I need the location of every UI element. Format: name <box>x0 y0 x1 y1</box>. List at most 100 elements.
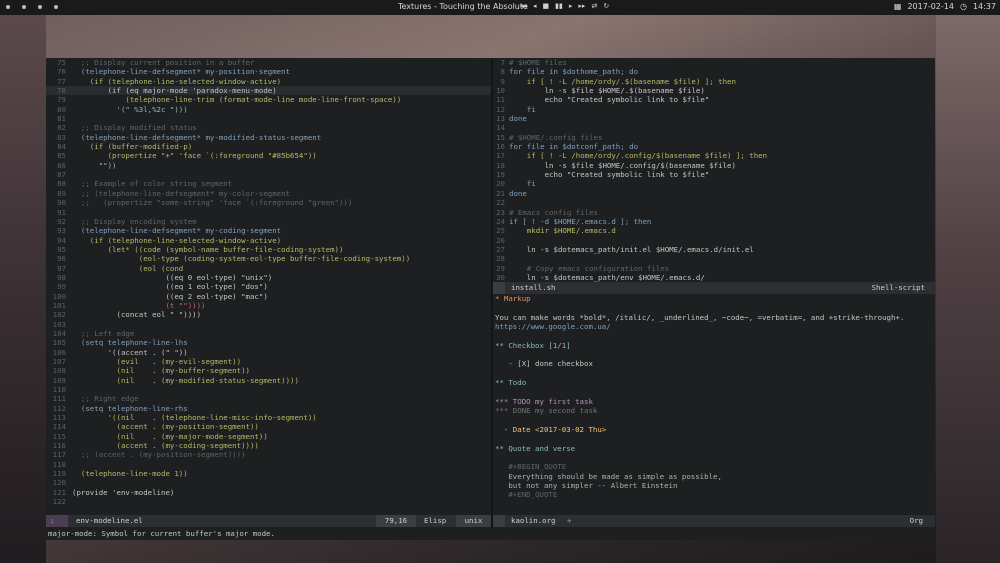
org-line[interactable]: *** DONE my second task <box>493 406 935 415</box>
play-icon[interactable]: ▸ <box>569 2 573 10</box>
code-line[interactable]: 105 (setq telephone-line-lhs <box>46 338 491 347</box>
org-buffer-window[interactable]: * Markup You can make words *bold*, /ital… <box>493 294 935 514</box>
shell-buffer-window[interactable]: 7 # $HOME files 8 for file in $dothome_path… <box>493 58 935 283</box>
code-line[interactable]: 21 done <box>493 189 935 198</box>
code-line[interactable]: 22 <box>493 198 935 207</box>
code-line[interactable]: 29 # Copy emacs configuration files <box>493 264 935 273</box>
code-line[interactable]: 97 (eol (cond <box>46 264 491 273</box>
buffer-name[interactable]: kaolin.org <box>507 515 560 527</box>
code-line[interactable]: 115 (nil . (my-major-mode-segment)) <box>46 432 491 441</box>
code-line[interactable]: 11 echo "Created symbolic link to $file" <box>493 95 935 104</box>
fast-forward-icon[interactable]: ▸▸ <box>578 2 585 10</box>
code-line[interactable]: 81 <box>46 114 491 123</box>
org-line[interactable]: ** Quote and verse <box>493 444 935 453</box>
code-line[interactable]: 114 (accent . (my-position-segment)) <box>46 422 491 431</box>
org-line[interactable]: #+END_QUOTE <box>493 490 935 499</box>
date-label[interactable]: 2017-02-14 <box>907 2 954 11</box>
code-line[interactable]: 99 ((eq 1 eol-type) "dos") <box>46 282 491 291</box>
code-line[interactable]: 112 (setq telephone-line-rhs <box>46 404 491 413</box>
code-line[interactable]: 12 fi <box>493 105 935 114</box>
pause-icon[interactable]: ▮▮ <box>555 2 563 10</box>
org-line[interactable]: - [X] done checkbox <box>493 359 935 368</box>
code-line[interactable]: 102 (concat eol " ")))) <box>46 310 491 319</box>
code-line[interactable]: 18 ln -s $file $HOME/.config/$(basename … <box>493 161 935 170</box>
code-line[interactable]: 10 ln -s $file $HOME/.$(basename $file) <box>493 86 935 95</box>
code-line[interactable]: 119 (telephone-line-mode 1)) <box>46 469 491 478</box>
major-mode-segment[interactable]: Elisp <box>420 515 450 527</box>
code-line[interactable]: 19 echo "Created symbolic link to $file" <box>493 170 935 179</box>
repeat-icon[interactable]: ↻ <box>603 2 609 10</box>
code-line[interactable]: 25 mkdir $HOME/.emacs.d <box>493 226 935 235</box>
org-line[interactable] <box>493 387 935 396</box>
code-line[interactable]: 16 for file in $dotconf_path; do <box>493 142 935 151</box>
code-line[interactable]: 8 for file in $dothome_path; do <box>493 67 935 76</box>
code-line[interactable]: 88 ;; Example of color string segment <box>46 179 491 188</box>
major-mode-segment[interactable]: Shell-script <box>868 282 929 294</box>
code-line[interactable]: 110 <box>46 385 491 394</box>
org-line[interactable] <box>493 350 935 359</box>
code-line[interactable]: 7 # $HOME files <box>493 58 935 67</box>
code-line[interactable]: 15 # $HOME/.config files <box>493 133 935 142</box>
code-line[interactable]: 23 # Emacs config files <box>493 208 935 217</box>
org-line[interactable]: - Date <2017-03-02 Thu> <box>493 425 935 434</box>
elisp-buffer-window[interactable]: 75 ;; Display current position in a buff… <box>46 58 491 514</box>
code-line[interactable]: 80 '(" %3l,%2c "))) <box>46 105 491 114</box>
org-line[interactable] <box>493 453 935 462</box>
previous-icon[interactable]: ◂ <box>533 2 537 10</box>
code-line[interactable]: 89 ;; (telephone-line-defsegment* my-col… <box>46 189 491 198</box>
code-line[interactable]: 106 '((accent . (" ")) <box>46 348 491 357</box>
code-line[interactable]: 111 ;; Right edge <box>46 394 491 403</box>
code-line[interactable]: 103 <box>46 320 491 329</box>
buffer-name[interactable]: env-modeline.el <box>72 515 147 527</box>
code-line[interactable]: 122 <box>46 497 491 506</box>
code-line[interactable]: 82 ;; Display modified status <box>46 123 491 132</box>
org-line[interactable]: You can make words *bold*, /italic/, _un… <box>493 313 935 322</box>
org-line[interactable] <box>493 303 935 312</box>
code-line[interactable]: 24 if [ ! -d $HOME/.emacs.d ]; then <box>493 217 935 226</box>
code-line[interactable]: 108 (nil . (my-buffer-segment)) <box>46 366 491 375</box>
org-line[interactable] <box>493 415 935 424</box>
code-line[interactable]: 93 (telephone-line-defsegment* my-coding… <box>46 226 491 235</box>
org-line[interactable] <box>493 434 935 443</box>
code-line[interactable]: 98 ((eq 0 eol-type) "unix") <box>46 273 491 282</box>
code-line[interactable]: 17 if [ ! -L /home/ordy/.config/$(basena… <box>493 151 935 160</box>
org-line[interactable] <box>493 369 935 378</box>
code-line[interactable]: 87 <box>46 170 491 179</box>
time-label[interactable]: 14:37 <box>973 2 996 11</box>
workspace-dot-icon[interactable] <box>38 5 42 9</box>
code-line[interactable]: 20 fi <box>493 179 935 188</box>
code-line[interactable]: 118 <box>46 460 491 469</box>
org-line[interactable]: Everything should be made as simple as p… <box>493 472 935 481</box>
code-line[interactable]: 91 <box>46 208 491 217</box>
org-line[interactable] <box>493 331 935 340</box>
code-line[interactable]: 117 ;; (accent . (my-position-segment)))… <box>46 450 491 459</box>
code-line[interactable]: 79 (telephone-line-trim (format-mode-lin… <box>46 95 491 104</box>
buffer-name[interactable]: install.sh <box>507 282 560 294</box>
org-line[interactable]: #+BEGIN_QUOTE <box>493 462 935 471</box>
code-line[interactable]: 84 (if (buffer-modified-p) <box>46 142 491 151</box>
code-line[interactable]: 86 "")) <box>46 161 491 170</box>
code-line[interactable]: 76 (telephone-line-defsegment* my-positi… <box>46 67 491 76</box>
code-line[interactable]: 9 if [ ! -L /home/ordy/.$(basename $file… <box>493 77 935 86</box>
stop-icon[interactable]: ■ <box>543 2 550 10</box>
workspace-dot-icon[interactable] <box>22 5 26 9</box>
org-line[interactable]: ** Todo <box>493 378 935 387</box>
code-line[interactable]: 121 (provide 'env-modeline) <box>46 488 491 497</box>
code-line[interactable]: 94 (if (telephone-line-selected-window-a… <box>46 236 491 245</box>
code-line[interactable]: 120 <box>46 478 491 487</box>
org-line[interactable]: ** Checkbox [1/1] <box>493 341 935 350</box>
org-line[interactable]: https://www.google.com.ua/ <box>493 322 935 331</box>
code-line[interactable]: 77 (if (telephone-line-selected-window-a… <box>46 77 491 86</box>
code-line[interactable]: 13 done <box>493 114 935 123</box>
code-line[interactable]: 95 (let* ((code (symbol-name buffer-file… <box>46 245 491 254</box>
code-line[interactable]: 85 (propertize "+" 'face `(:foreground "… <box>46 151 491 160</box>
code-line[interactable]: 107 (evil . (my-evil-segment)) <box>46 357 491 366</box>
org-line[interactable]: but not any simpler -- Albert Einstein <box>493 481 935 490</box>
org-line[interactable]: * Markup <box>493 294 935 303</box>
code-line[interactable]: 28 <box>493 254 935 263</box>
code-line[interactable]: 109 (nil . (my-modified-status-segment))… <box>46 376 491 385</box>
code-line[interactable]: 75 ;; Display current position in a buff… <box>46 58 491 67</box>
code-line[interactable]: 104 ;; Left edge <box>46 329 491 338</box>
code-line[interactable]: 113 '((nil . (telephone-line-misc-info-s… <box>46 413 491 422</box>
major-mode-segment[interactable]: Org <box>906 515 927 527</box>
